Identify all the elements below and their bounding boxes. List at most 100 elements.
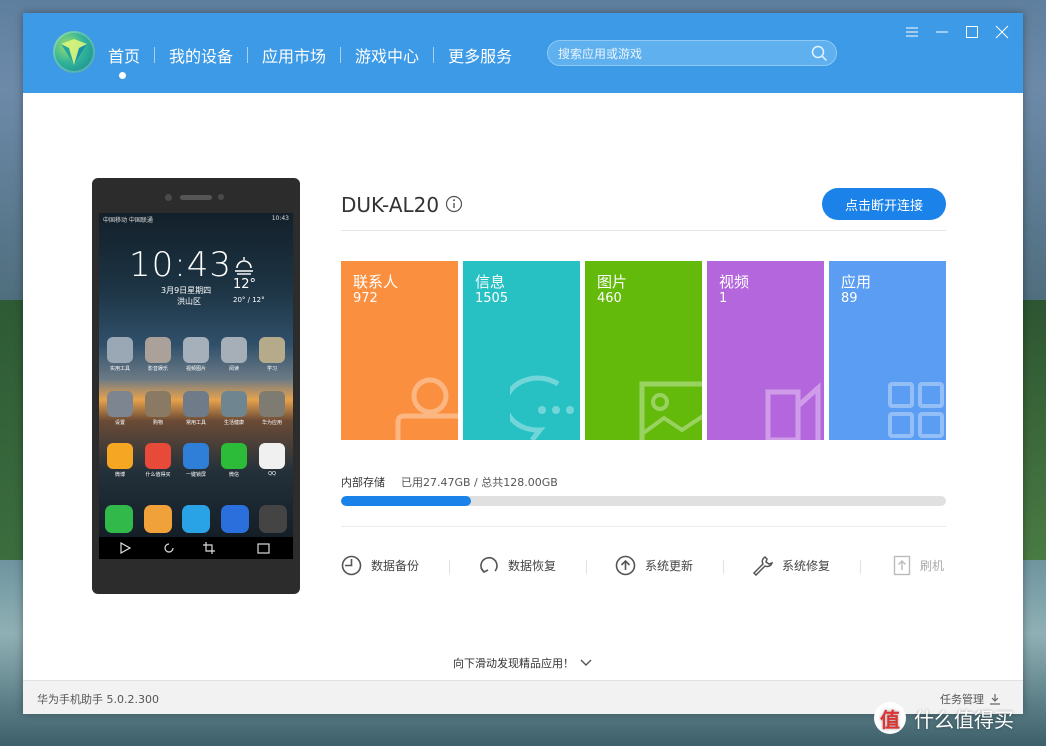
phone-app-folder: 视频图片 [181, 337, 211, 372]
phone-location: 洪山区 [177, 297, 201, 306]
image-icon [639, 381, 702, 440]
phone-status-time: 10:43 [271, 215, 289, 222]
tile-label: 信息 [475, 273, 506, 291]
phone-app-smzdm: 什么值得买 [143, 443, 173, 478]
search-box [547, 40, 837, 66]
person-icon [395, 377, 458, 440]
apps-icon [888, 382, 944, 438]
action-label: 数据备份 [371, 559, 420, 573]
active-nav-indicator [119, 72, 126, 79]
chevron-down-icon [580, 659, 592, 666]
desktop-trees-left [0, 300, 24, 560]
phone-speaker [180, 195, 212, 200]
flash-icon [893, 555, 911, 576]
divider [341, 526, 946, 527]
search-input[interactable] [556, 43, 800, 65]
tile-messages[interactable]: 信息 1505 [463, 261, 580, 440]
device-name: DUK-AL20 [341, 193, 440, 217]
action-separator [449, 560, 450, 574]
desktop-trees-right [1022, 300, 1046, 560]
phone-contacts-icon [143, 505, 172, 533]
wrench-icon [752, 556, 773, 576]
phone-app-lockscreen: 一键锁屏 [181, 443, 211, 478]
phone-app-folder: 实用工具 [105, 337, 135, 372]
tile-videos[interactable]: 视频 1 [707, 261, 824, 440]
storage-usage-text: 已用27.47GB / 总共128.00GB [401, 476, 558, 489]
tile-count: 1 [719, 291, 728, 306]
app-window: 首页 我的设备 应用市场 游戏中心 更多服务 搜索应用或游戏 中国移动 中国联通… [23, 13, 1023, 714]
tile-label: 联系人 [353, 273, 399, 291]
phone-dial-icon [105, 505, 133, 533]
tile-label: 图片 [597, 273, 628, 291]
action-separator [586, 560, 587, 574]
flash-rom-button[interactable]: 刷机 [893, 555, 944, 576]
close-icon[interactable] [995, 25, 1009, 39]
phone-app-row: 实用工具 影音娱乐 视频图片 阅读 学习 [105, 337, 287, 372]
scroll-hint-text: 向下滑动发现精品应用！ [453, 657, 574, 670]
storage-progress-bar [341, 496, 946, 506]
phone-screen: 中国移动 中国联通 10:43 10:43 3月9日星期四 洪山区 12° 20… [99, 213, 293, 559]
system-repair-button[interactable]: 系统修复 [752, 555, 830, 576]
phone-carrier: 中国移动 中国联通 [103, 217, 153, 224]
phone-temp-range: 20° / 12° [233, 296, 265, 304]
main-nav: 首页 我的设备 应用市场 游戏中心 更多服务 [108, 43, 526, 67]
phone-preview: 中国移动 中国联通 10:43 10:43 3月9日星期四 洪山区 12° 20… [92, 178, 300, 594]
phone-app-folder: 影音娱乐 [143, 337, 173, 372]
phone-app-folder: 学习 [257, 337, 287, 372]
action-label: 系统修复 [782, 559, 831, 573]
minimize-icon[interactable] [935, 25, 949, 39]
phone-app-row: 微博 什么值得买 一键锁屏 微信 QQ [105, 443, 287, 478]
tile-pictures[interactable]: 图片 460 [585, 261, 702, 440]
search-icon[interactable] [811, 45, 828, 62]
phone-clock: 10:43 [129, 245, 232, 285]
update-icon [615, 555, 636, 576]
phone-crop-icon [203, 542, 215, 554]
tile-count: 1505 [475, 291, 509, 306]
phone-app-health: 生活健康 [219, 391, 249, 426]
phone-status-bar: 中国移动 中国联通 10:43 [103, 215, 289, 224]
scroll-hint[interactable]: 向下滑动发现精品应用！ [453, 655, 592, 671]
watermark-badge: 值 [874, 702, 906, 734]
phone-app-tools: 常用工具 [181, 391, 211, 426]
nav-more-services[interactable]: 更多服务 [434, 43, 526, 67]
phone-app-wechat: 微信 [219, 443, 249, 478]
phone-messages-icon [182, 505, 210, 533]
phone-navbar [99, 537, 293, 559]
phone-app-settings: 设置 [105, 391, 135, 426]
nav-game-center[interactable]: 游戏中心 [341, 43, 433, 67]
chat-icon [510, 375, 574, 440]
backup-button[interactable]: 数据备份 [341, 555, 419, 576]
action-separator [860, 560, 861, 574]
nav-my-device[interactable]: 我的设备 [155, 43, 247, 67]
nav-home[interactable]: 首页 [108, 43, 154, 67]
disconnect-button[interactable]: 点击断开连接 [822, 188, 946, 220]
tile-contacts[interactable]: 联系人 972 [341, 261, 458, 440]
app-version: 华为手机助手 5.0.2.300 [37, 693, 159, 706]
phone-app-weibo: 微博 [105, 443, 135, 478]
titlebar: 首页 我的设备 应用市场 游戏中心 更多服务 [23, 13, 1023, 93]
phone-back-icon [120, 542, 131, 554]
nav-app-market[interactable]: 应用市场 [248, 43, 340, 67]
tile-label: 视频 [719, 273, 750, 291]
phone-browser-icon [220, 505, 249, 533]
phone-date: 3月9日星期四 [161, 286, 212, 295]
phone-app-huawei: 华为应用 [257, 391, 287, 426]
tile-apps[interactable]: 应用 89 [829, 261, 946, 440]
tile-count: 972 [353, 291, 378, 306]
info-icon[interactable] [445, 195, 463, 213]
phone-rotate-icon [164, 543, 174, 553]
action-label: 系统更新 [645, 559, 694, 573]
action-label: 刷机 [920, 559, 945, 573]
action-bar: 数据备份 数据恢复 系统更新 系统修复 刷机 [341, 555, 946, 579]
storage-label: 内部存储 [341, 476, 385, 489]
tile-count: 460 [597, 291, 622, 306]
watermark: 值 什么值得买 [874, 702, 1014, 734]
system-update-button[interactable]: 系统更新 [615, 555, 693, 576]
phone-sensor [218, 194, 224, 200]
restore-button[interactable]: 数据恢复 [478, 555, 556, 576]
menu-icon[interactable] [905, 25, 919, 39]
phone-temperature: 12° [233, 277, 257, 292]
phone-camera-icon [259, 505, 287, 533]
maximize-icon[interactable] [965, 25, 979, 39]
storage-progress-fill [341, 496, 471, 506]
